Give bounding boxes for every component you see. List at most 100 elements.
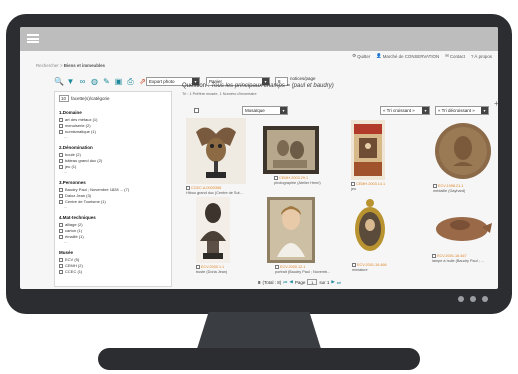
result-thumbnail-bust[interactable] bbox=[196, 197, 230, 263]
checkbox[interactable] bbox=[59, 234, 63, 239]
facet-more-link[interactable]: ... bbox=[64, 169, 67, 174]
facet-item[interactable]: carton (1) bbox=[59, 228, 82, 233]
result-thumbnail-owl[interactable] bbox=[186, 118, 246, 184]
page-of-label: sur 1 bbox=[319, 279, 330, 285]
result-ref[interactable]: ECV.2001.16.466 bbox=[352, 263, 387, 268]
checkbox[interactable] bbox=[274, 176, 278, 181]
next-page-icon[interactable]: ▶ bbox=[331, 279, 334, 285]
facet-more-link[interactable]: ... bbox=[64, 134, 67, 139]
facet-more-link[interactable]: ... bbox=[64, 239, 67, 244]
checkbox[interactable] bbox=[59, 117, 63, 122]
result-title: photographie (Atelier Henri) bbox=[274, 180, 321, 185]
search-icon[interactable]: 🔍 bbox=[54, 77, 64, 87]
checkbox[interactable] bbox=[59, 193, 63, 198]
link-icon[interactable]: ∞ bbox=[78, 77, 87, 87]
checkbox[interactable] bbox=[59, 263, 63, 268]
checkbox[interactable] bbox=[59, 269, 63, 274]
facet-item[interactable]: CEMH (2) bbox=[59, 263, 83, 268]
result-ref[interactable]: CEMH.2003.14.1 bbox=[351, 182, 385, 187]
facet-item[interactable]: boule (2) bbox=[59, 152, 81, 157]
hamburger-menu-icon[interactable] bbox=[27, 34, 39, 43]
gear-icon: ⚙ bbox=[352, 53, 357, 58]
result-thumbnail-portrait[interactable] bbox=[267, 197, 315, 263]
checkbox[interactable] bbox=[59, 199, 63, 204]
nav-contact[interactable]: ✉ Contact bbox=[445, 53, 465, 59]
result-total-label: (Total : 8) bbox=[262, 279, 282, 285]
facet-item[interactable]: CCEC (1) bbox=[59, 269, 82, 274]
last-page-icon[interactable]: ⏭ bbox=[337, 280, 341, 285]
checkbox[interactable] bbox=[59, 187, 63, 192]
result-ref[interactable]: ECV.2000.1.1 bbox=[196, 265, 227, 270]
sort-info: Tri : 1 Préfére musée, 1 Numéro d'invent… bbox=[182, 92, 257, 96]
page-input[interactable]: 1 bbox=[307, 279, 318, 285]
breadcrumb: Rechercher > Biens et immeubles bbox=[36, 63, 105, 68]
checkbox[interactable] bbox=[59, 164, 63, 169]
print-icon[interactable]: ⎙ bbox=[126, 77, 135, 87]
previous-page-icon[interactable]: ◀ bbox=[289, 279, 292, 285]
result-thumbnail-photograph[interactable] bbox=[263, 126, 319, 174]
checkbox[interactable] bbox=[59, 257, 63, 262]
breadcrumb-separator: > bbox=[59, 63, 63, 68]
checkbox[interactable] bbox=[59, 152, 63, 157]
chevron-down-icon: ▾ bbox=[422, 107, 429, 114]
result-thumbnail-puppet-theatre[interactable] bbox=[351, 120, 385, 180]
breadcrumb-root[interactable]: Rechercher bbox=[36, 63, 59, 68]
facet-count-input[interactable]: 10 bbox=[59, 95, 69, 102]
chevron-down-icon: ▾ bbox=[481, 107, 488, 114]
filter-icon[interactable]: ▼ bbox=[66, 77, 75, 87]
view-mode-select[interactable]: Mosaïque ▾ bbox=[242, 106, 288, 115]
save-icon[interactable]: ▣ bbox=[114, 77, 123, 87]
facet-item[interactable]: menuiserie (2) bbox=[59, 123, 91, 128]
help-icon: ? bbox=[470, 53, 474, 59]
checkbox[interactable] bbox=[433, 184, 437, 189]
sort-descending-select[interactable]: « Tri décroissant » ▾ bbox=[435, 106, 489, 115]
bezel-dot bbox=[470, 296, 476, 302]
result-title: lampe à huile (Baudry Paul ; ... bbox=[432, 258, 484, 263]
facet-group-title: Musée bbox=[59, 250, 74, 255]
facet-item[interactable]: Daloz Jean (3) bbox=[59, 193, 91, 198]
mail-icon: ✉ bbox=[445, 53, 449, 58]
facet-item[interactable]: Baudry Paul ; Novembre 1828 ... (7) bbox=[59, 187, 129, 192]
checkbox[interactable] bbox=[186, 186, 190, 191]
sort-ascending-select[interactable]: « Tri croissant » ▾ bbox=[380, 106, 430, 115]
tools-icon[interactable]: ✎ bbox=[102, 77, 111, 87]
checkbox[interactable] bbox=[275, 265, 279, 270]
facet-item[interactable]: ECV (5) bbox=[59, 257, 79, 262]
facet-item[interactable]: bâteau grand duc (2) bbox=[59, 158, 102, 163]
top-nav: ⚙ Quitter 👤 Marché de CONSERVATION ✉ Contac… bbox=[352, 53, 492, 59]
globe-icon[interactable]: ◍ bbox=[90, 77, 99, 87]
add-criteria-button[interactable]: + bbox=[494, 100, 498, 108]
facet-group-title: 3.Personnes bbox=[59, 180, 86, 185]
checkbox[interactable] bbox=[59, 129, 63, 134]
checkbox[interactable] bbox=[59, 158, 63, 163]
select-all-checkbox[interactable] bbox=[194, 108, 199, 113]
chevron-down-icon: ▾ bbox=[280, 107, 287, 114]
result-thumbnail-miniature[interactable] bbox=[352, 197, 388, 259]
result-thumbnail-oil-lamp[interactable] bbox=[432, 207, 494, 247]
first-page-icon[interactable]: ⏮ bbox=[283, 280, 287, 285]
result-caption: ECV.1998.21.1 médaille (Gayhard) bbox=[433, 184, 465, 193]
search-question: Question : Tous les principaux champs = … bbox=[182, 83, 334, 89]
facet-more-link[interactable]: ... bbox=[64, 204, 67, 209]
checkbox[interactable] bbox=[59, 123, 63, 128]
nav-about[interactable]: ? À propos bbox=[471, 53, 492, 59]
facet-count-label: facette(s)/catégorie bbox=[71, 96, 110, 101]
facet-item[interactable]: jeu (1) bbox=[59, 164, 76, 169]
result-caption: CEMH.2003.29.1 photographie (Atelier Hen… bbox=[274, 176, 321, 185]
checkbox[interactable] bbox=[59, 228, 63, 233]
result-thumbnail-medal[interactable] bbox=[433, 120, 493, 182]
checkbox[interactable] bbox=[432, 254, 436, 259]
facet-item[interactable]: art des métaux (1) bbox=[59, 117, 97, 122]
facet-item[interactable]: alliage (2) bbox=[59, 222, 83, 227]
result-caption: ECV.2001.16.467 lampe à huile (Baudry Pa… bbox=[432, 254, 484, 263]
checkbox[interactable] bbox=[352, 263, 356, 268]
result-ref[interactable]: ECV.1998.21.1 bbox=[433, 184, 465, 189]
nav-quit[interactable]: ⚙ Quitter bbox=[352, 53, 370, 59]
checkbox[interactable] bbox=[59, 222, 63, 227]
checkbox[interactable] bbox=[196, 265, 200, 270]
result-title: Hibou grand duc (Centre de Sot... bbox=[186, 190, 243, 195]
facet-item[interactable]: émaillé (1) bbox=[59, 234, 84, 239]
nav-conservation[interactable]: 👤 Marché de CONSERVATION bbox=[376, 53, 439, 59]
checkbox[interactable] bbox=[351, 182, 355, 187]
result-total: 8 bbox=[258, 279, 261, 285]
